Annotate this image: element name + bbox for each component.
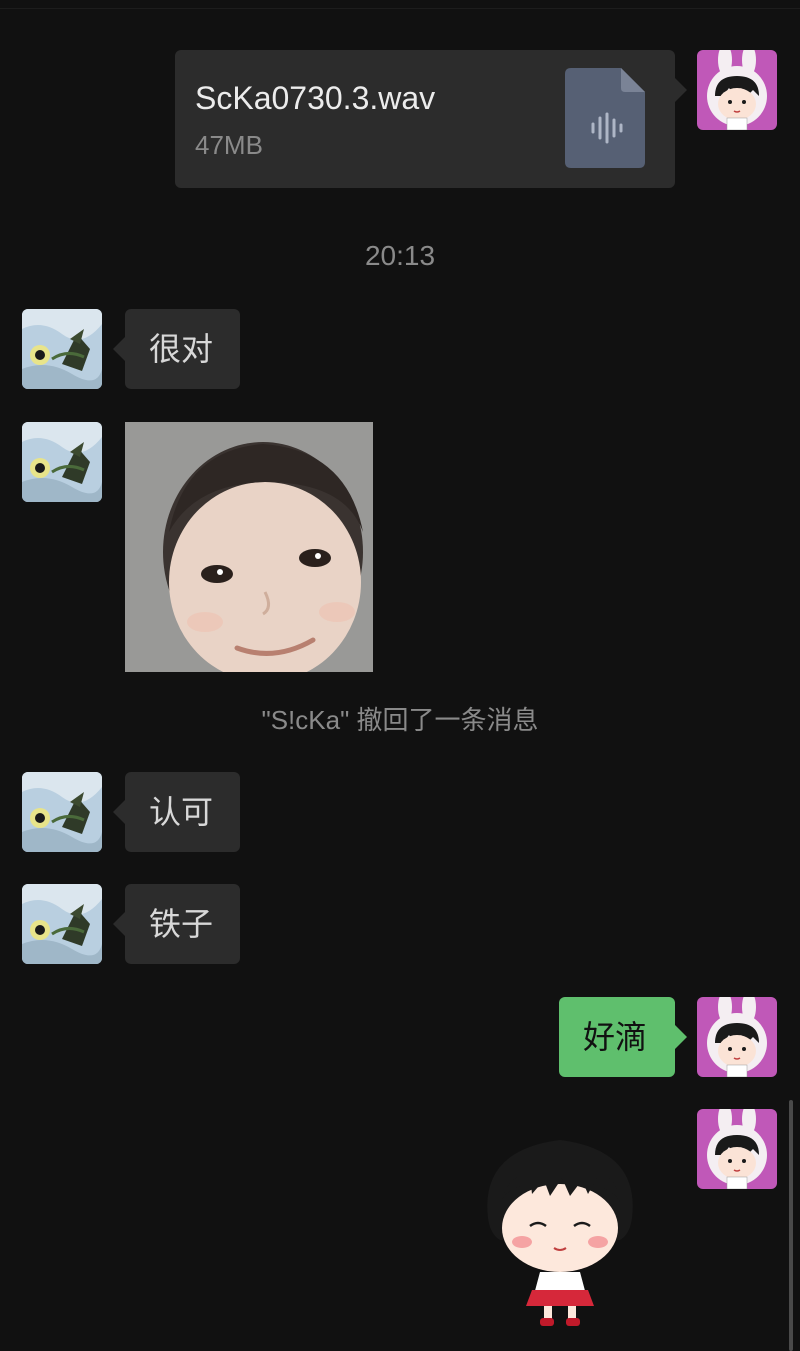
- contact-avatar[interactable]: [22, 309, 102, 389]
- message-bubble[interactable]: 很对: [113, 309, 240, 389]
- recall-notice: "S!cKa" 撤回了一条消息: [261, 705, 539, 735]
- file-size: 47MB: [195, 130, 263, 160]
- audio-file-icon: [565, 68, 645, 168]
- message-bubble[interactable]: 铁子: [113, 884, 240, 964]
- top-divider: [0, 8, 800, 9]
- message-bubble-self[interactable]: 好滴: [559, 997, 687, 1077]
- file-message-card[interactable]: ScKa0730.3.wav 47MB: [175, 50, 687, 188]
- contact-avatar[interactable]: [22, 772, 102, 852]
- self-avatar[interactable]: [697, 997, 777, 1077]
- scrollbar[interactable]: [789, 1100, 793, 1351]
- contact-avatar[interactable]: [22, 884, 102, 964]
- photo-message[interactable]: [125, 422, 373, 672]
- timestamp: 20:13: [364, 240, 436, 271]
- sticker-message[interactable]: [470, 1130, 650, 1330]
- self-avatar[interactable]: [697, 50, 777, 130]
- contact-avatar[interactable]: [22, 422, 102, 502]
- file-name: ScKa0730.3.wav: [195, 80, 436, 116]
- message-bubble[interactable]: 认可: [113, 772, 240, 852]
- self-avatar[interactable]: [697, 1109, 777, 1189]
